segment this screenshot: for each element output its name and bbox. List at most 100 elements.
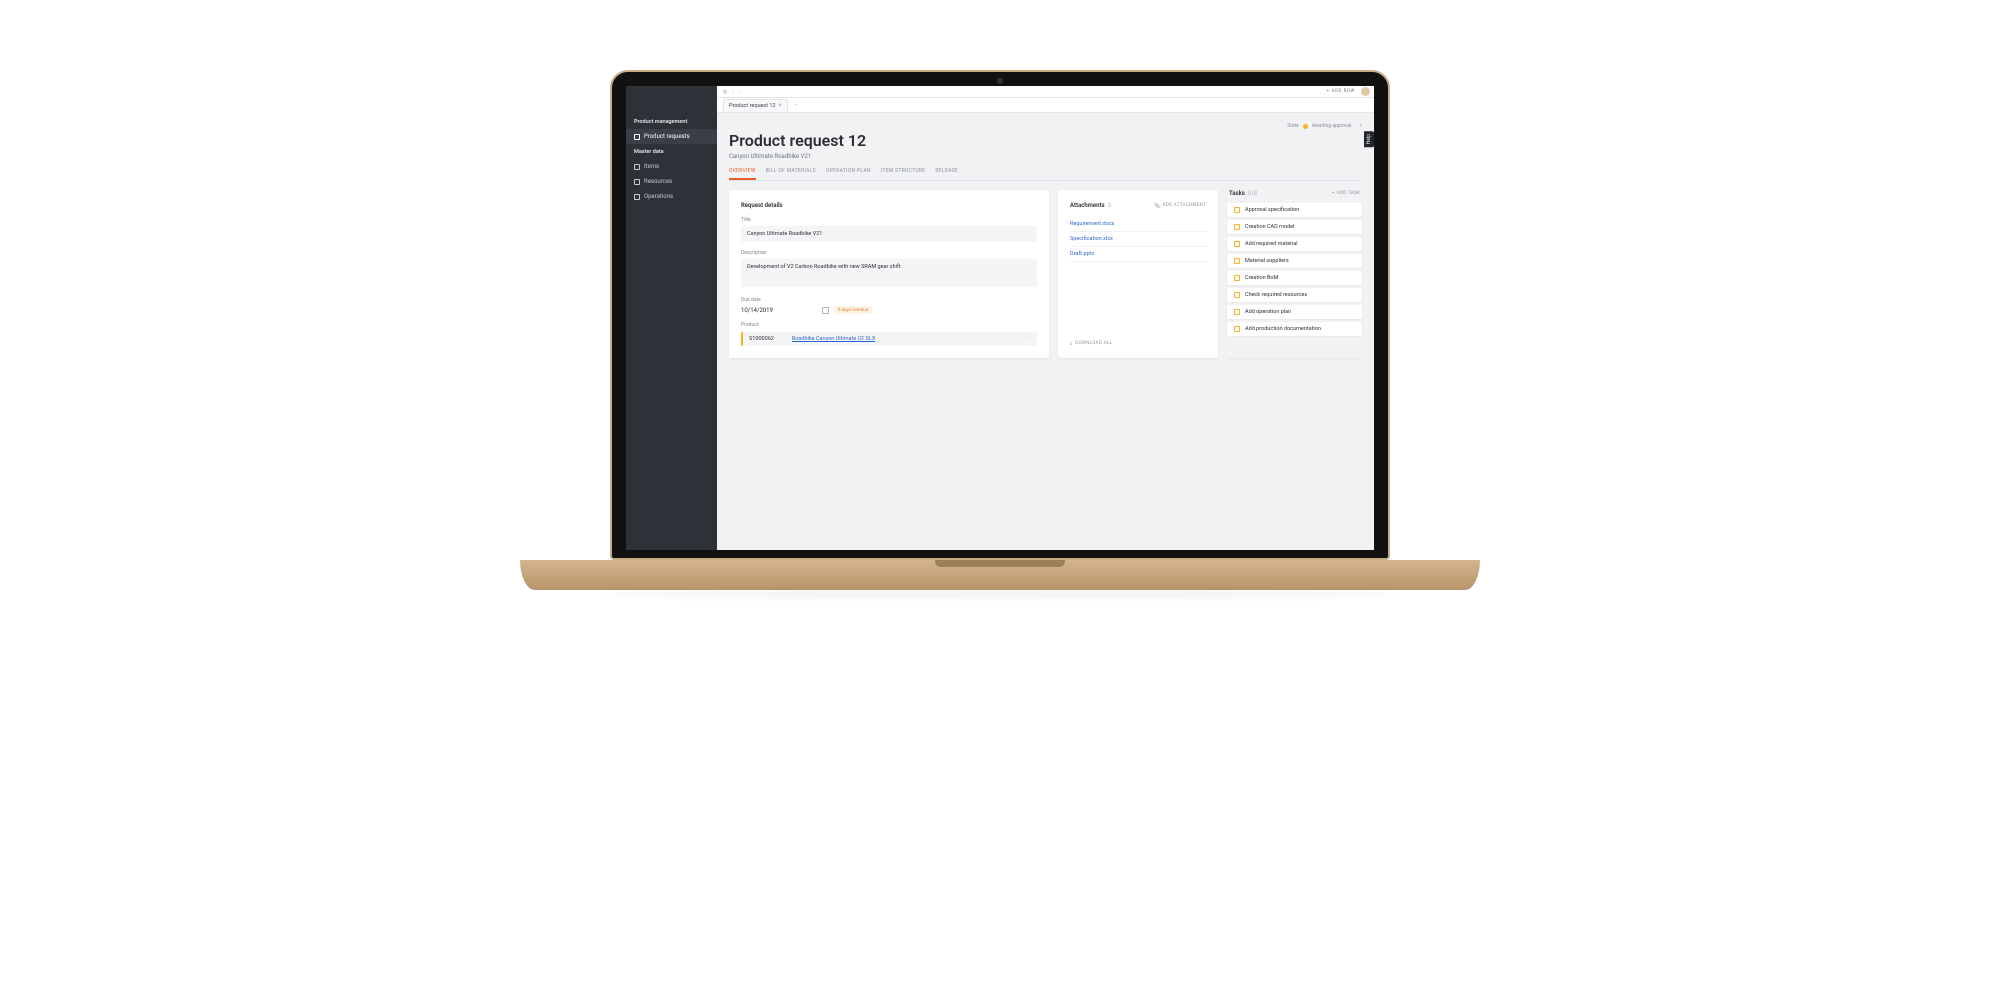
attachments-panel: Attachments 3 ADD ATTACHMENT Requirement…	[1058, 190, 1218, 358]
box-icon	[634, 164, 640, 170]
state-label: State	[1287, 123, 1299, 129]
task-label: Check required resources	[1245, 292, 1307, 298]
overdue-badge: 6 days overdue	[834, 306, 872, 314]
download-all-label: DOWNLOAD ALL	[1075, 341, 1112, 346]
close-tab-button[interactable]: ×	[779, 103, 782, 109]
tab-overview[interactable]: OVERVIEW	[729, 168, 756, 180]
plus-icon	[1327, 89, 1330, 94]
camera-dot	[997, 78, 1003, 84]
description-input[interactable]: Development of V2 Carbon Roadbike with n…	[741, 259, 1037, 287]
app-root: Product management Product requests Mast…	[626, 86, 1374, 550]
task-item[interactable]: Creation CAD model	[1227, 220, 1362, 234]
tab-item-structure[interactable]: ITEM STRUCTURE	[881, 168, 926, 180]
sidebar-item-resources[interactable]: Resources	[626, 174, 717, 189]
trackpad-notch	[935, 560, 1065, 567]
sidebar-item-label: Resources	[644, 178, 672, 185]
laptop-bezel: Product management Product requests Mast…	[610, 70, 1390, 560]
add-row-button[interactable]: ADD ROW	[1327, 89, 1355, 94]
checkbox-icon[interactable]	[1234, 241, 1240, 247]
shadow	[600, 590, 1400, 598]
avatar[interactable]	[1361, 87, 1370, 96]
help-tab[interactable]: Help	[1364, 131, 1374, 147]
download-all-button[interactable]: DOWNLOAD ALL	[1070, 270, 1206, 346]
operations-icon	[634, 194, 640, 200]
document-tabstrip: Product request 12 ×	[717, 98, 1374, 113]
sidebar-item-label: Product requests	[644, 133, 690, 140]
sidebar-item-label: Operations	[644, 193, 673, 200]
page-subtitle: Canyon Ultimate Roadbike V21	[729, 153, 1362, 160]
checkbox-icon[interactable]	[1234, 258, 1240, 264]
checkbox-icon[interactable]	[1234, 224, 1240, 230]
document-tab-title: Product request 12	[729, 103, 776, 109]
due-date-label: Due date	[741, 297, 1037, 303]
attachment-link[interactable]: Draft.pptx	[1070, 247, 1206, 262]
download-icon	[1070, 340, 1072, 346]
task-item[interactable]: Approval specification	[1227, 203, 1362, 217]
tasks-heading-text: Tasks	[1229, 190, 1245, 197]
checkbox-icon[interactable]	[1234, 292, 1240, 298]
tasks-count: 0/8	[1248, 190, 1257, 197]
checkbox-icon[interactable]	[1234, 275, 1240, 281]
resources-icon	[634, 179, 640, 185]
task-label: Add operation plan	[1245, 309, 1291, 315]
task-label: Approval specification	[1245, 207, 1299, 213]
task-label: Add required material	[1245, 241, 1298, 247]
document-tab[interactable]: Product request 12 ×	[723, 99, 788, 112]
task-label: Material suppliers	[1245, 258, 1289, 264]
apps-icon[interactable]	[721, 88, 729, 96]
content: State Awaiting approval ▾ Product reques…	[717, 113, 1374, 550]
tab-release[interactable]: RELEASE	[935, 168, 958, 180]
page-title: Product request 12	[729, 131, 1362, 150]
task-item[interactable]: Creation BoM	[1227, 271, 1362, 285]
nav-back-button[interactable]	[729, 88, 737, 96]
product-menu-button[interactable]	[1026, 336, 1032, 342]
attachment-link[interactable]: Specification.xlsx	[1070, 232, 1206, 247]
tasks-heading: Tasks 0/8	[1229, 190, 1257, 197]
due-date-input[interactable]	[741, 307, 817, 314]
plus-icon	[1332, 191, 1335, 196]
state-dropdown[interactable]: ▾	[1359, 123, 1362, 129]
nav-forward-button[interactable]	[737, 88, 745, 96]
list-icon	[634, 134, 640, 140]
title-input[interactable]	[741, 226, 1037, 242]
columns: Request details Title Description Develo…	[729, 190, 1362, 358]
sidebar-item-product-requests[interactable]: Product requests	[626, 129, 717, 144]
task-item[interactable]: Material suppliers	[1227, 254, 1362, 268]
subtabs: OVERVIEW BILL OF MATERIALS OPERATION PLA…	[729, 168, 1362, 181]
checkbox-icon[interactable]	[1234, 326, 1240, 332]
tab-operation-plan[interactable]: OPERATION PLAN	[826, 168, 871, 180]
sidebar-item-items[interactable]: Items	[626, 159, 717, 174]
task-item[interactable]: Add required material	[1227, 237, 1362, 251]
attachments-count: 3	[1108, 202, 1111, 209]
product-row: S1000062 Roadbike Canyon Ultimate CF SLX	[741, 332, 1037, 346]
state-row: State Awaiting approval ▾	[729, 123, 1362, 129]
attachments-heading: Attachments 3	[1070, 202, 1111, 209]
topbar: ADD ROW	[717, 86, 1374, 98]
sidebar-item-operations[interactable]: Operations	[626, 189, 717, 204]
screen: Product management Product requests Mast…	[626, 86, 1374, 550]
task-label: Add production documentation	[1245, 326, 1321, 332]
product-id: S1000062	[749, 336, 774, 342]
add-task-label: ADD TASK	[1337, 191, 1360, 196]
product-link[interactable]: Roadbike Canyon Ultimate CF SLX	[792, 336, 1008, 342]
paperclip-icon	[1154, 203, 1161, 209]
attachment-link[interactable]: Requirement.docx	[1070, 217, 1206, 232]
status-dot-icon	[1303, 124, 1308, 129]
task-item[interactable]: Add operation plan	[1227, 305, 1362, 319]
add-task-button[interactable]: ADD TASK	[1332, 191, 1360, 196]
laptop-mockup: Product management Product requests Mast…	[390, 70, 1610, 598]
laptop-base	[520, 560, 1480, 590]
sidebar-heading-master-data: Master data	[626, 144, 717, 159]
new-tab-button[interactable]	[792, 101, 800, 109]
tab-bill-of-materials[interactable]: BILL OF MATERIALS	[766, 168, 816, 180]
state-value: Awaiting approval	[1312, 123, 1352, 129]
checkbox-icon[interactable]	[1234, 207, 1240, 213]
main-area: ADD ROW Product request 12 × Stat	[717, 86, 1374, 550]
add-attachment-button[interactable]: ADD ATTACHMENT	[1154, 203, 1206, 209]
calendar-icon[interactable]	[822, 307, 829, 314]
checkbox-icon[interactable]	[1234, 309, 1240, 315]
task-label: Creation BoM	[1245, 275, 1278, 281]
task-item[interactable]: Add production documentation	[1227, 322, 1362, 336]
task-item[interactable]: Check required resources	[1227, 288, 1362, 302]
description-label: Description	[741, 250, 1037, 256]
